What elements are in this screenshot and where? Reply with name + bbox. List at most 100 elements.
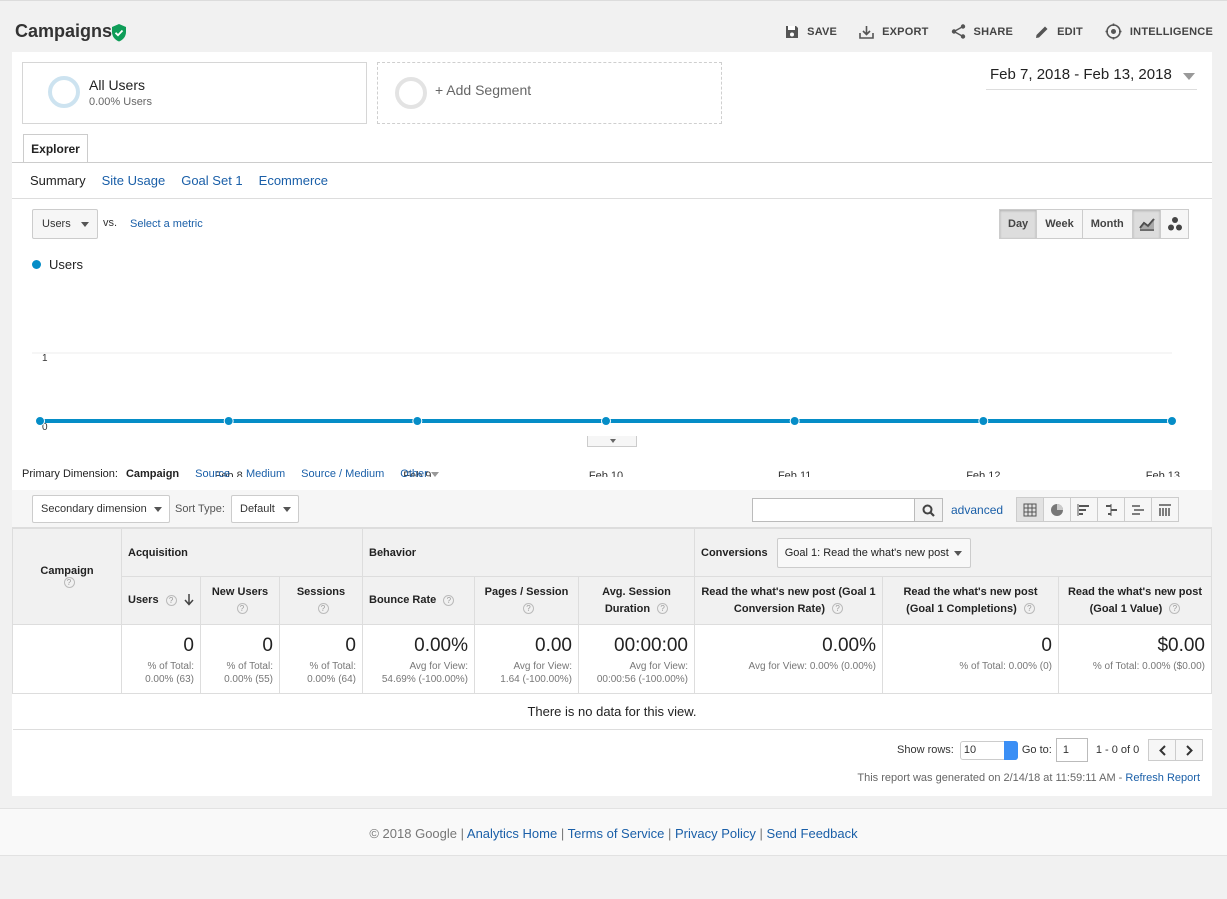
segment-all-users[interactable]: All Users 0.00% Users bbox=[22, 62, 367, 124]
pivot-icon bbox=[1159, 503, 1171, 516]
data-point bbox=[601, 416, 611, 426]
column-header-new-users[interactable]: New Users ? bbox=[200, 576, 280, 625]
dimension-medium[interactable]: Medium bbox=[246, 468, 285, 480]
column-header-goal-value[interactable]: Read the what's new post (Goal 1 Value) … bbox=[1058, 576, 1212, 625]
sort-descending-icon[interactable] bbox=[184, 593, 194, 606]
column-header-sessions[interactable]: Sessions ? bbox=[279, 576, 363, 625]
column-header-goal-completions[interactable]: Read the what's new post (Goal 1 Complet… bbox=[882, 576, 1059, 625]
column-header-label: New Users bbox=[211, 585, 269, 598]
bar-list-icon bbox=[1077, 503, 1089, 516]
column-header-avg-session-duration[interactable]: Avg. Session Duration ? bbox=[578, 576, 695, 625]
help-icon[interactable]: ? bbox=[165, 594, 177, 606]
secondary-dimension-label: Secondary dimension bbox=[41, 503, 147, 515]
help-icon[interactable]: ? bbox=[832, 603, 844, 615]
total-value: 00:00:00 bbox=[614, 635, 688, 656]
help-icon[interactable]: ? bbox=[1169, 603, 1181, 615]
subtab-ecommerce[interactable]: Ecommerce bbox=[259, 173, 328, 188]
caret-down-icon bbox=[81, 222, 89, 227]
dimension-other[interactable]: Other bbox=[400, 468, 439, 480]
campaign-header-label: Campaign bbox=[40, 564, 94, 577]
dimension-campaign[interactable]: Campaign bbox=[126, 468, 179, 480]
total-value: 0.00% bbox=[414, 635, 468, 656]
column-header-pages-per-session[interactable]: Pages / Session ? bbox=[474, 576, 579, 625]
subtab-site-usage[interactable]: Site Usage bbox=[102, 173, 166, 188]
behavior-group-header: Behavior bbox=[362, 528, 695, 577]
performance-view-button[interactable] bbox=[1070, 497, 1098, 522]
period-month-button[interactable]: Month bbox=[1081, 209, 1133, 239]
goto-page-input[interactable]: 1 bbox=[1055, 738, 1088, 762]
sort-type-select[interactable]: Default bbox=[231, 495, 299, 523]
goal-select[interactable]: Goal 1: Read the what's new post bbox=[776, 537, 971, 568]
total-sub: 54.69% (-100.00%) bbox=[381, 674, 468, 685]
secondary-dimension-select[interactable]: Secondary dimension bbox=[32, 495, 170, 523]
edit-button[interactable]: EDIT bbox=[1035, 23, 1083, 40]
intelligence-button[interactable]: INTELLIGENCE bbox=[1105, 23, 1213, 40]
search-button[interactable] bbox=[914, 498, 943, 522]
campaign-column-header[interactable]: Campaign ? bbox=[12, 528, 122, 625]
help-icon[interactable]: ? bbox=[1023, 603, 1035, 615]
metric-selector[interactable]: Users bbox=[32, 209, 98, 239]
export-button[interactable]: EXPORT bbox=[859, 23, 928, 40]
segment-name: All Users bbox=[89, 77, 146, 93]
caret-down-icon bbox=[430, 472, 439, 477]
footer-link-analytics-home[interactable]: Analytics Home bbox=[467, 826, 557, 841]
chevron-right-icon bbox=[1186, 744, 1193, 756]
legend-label: Users bbox=[49, 257, 83, 272]
period-week-button[interactable]: Week bbox=[1036, 209, 1083, 239]
column-header-users[interactable]: Users ? bbox=[121, 576, 201, 625]
add-segment-button[interactable]: + Add Segment bbox=[377, 62, 722, 124]
show-rows-select[interactable]: 10 bbox=[959, 740, 1018, 760]
save-button[interactable]: SAVE bbox=[785, 23, 837, 40]
sort-type-value: Default bbox=[240, 503, 275, 515]
caret-down-icon bbox=[610, 439, 616, 443]
subtab-goal-set-1[interactable]: Goal Set 1 bbox=[181, 173, 242, 188]
subtab-summary[interactable]: Summary bbox=[30, 173, 86, 188]
comparison-view-button[interactable] bbox=[1097, 497, 1125, 522]
next-page-button[interactable] bbox=[1175, 739, 1204, 761]
footer-link-privacy[interactable]: Privacy Policy bbox=[675, 826, 756, 841]
data-point bbox=[35, 416, 45, 426]
legend-dot bbox=[32, 260, 41, 269]
comparison-icon bbox=[1106, 503, 1117, 516]
footer-link-feedback[interactable]: Send Feedback bbox=[767, 826, 858, 841]
help-icon[interactable]: ? bbox=[657, 603, 669, 615]
date-range-picker[interactable]: Feb 7, 2018 - Feb 13, 2018 bbox=[986, 66, 1197, 90]
segment-ring-icon bbox=[395, 77, 427, 109]
total-sub: 0.00% (64) bbox=[307, 674, 356, 685]
select-metric-link[interactable]: Select a metric bbox=[130, 218, 203, 230]
column-header-goal-conversion-rate[interactable]: Read the what's new post (Goal 1 Convers… bbox=[694, 576, 883, 625]
help-icon[interactable]: ? bbox=[317, 603, 329, 615]
acquisition-group-header: Acquisition bbox=[121, 528, 363, 577]
conversions-label: Conversions bbox=[701, 546, 768, 559]
bubble-chart-icon bbox=[1167, 217, 1182, 231]
chart-collapse-toggle[interactable] bbox=[587, 436, 637, 447]
report-generated-note: This report was generated on 2/14/18 at … bbox=[857, 772, 1200, 784]
help-icon[interactable]: ? bbox=[523, 603, 534, 615]
column-header-label: Read the what's new post (Goal 1 Convers… bbox=[701, 585, 876, 615]
dimension-source[interactable]: Source bbox=[195, 468, 230, 480]
caret-down-icon bbox=[154, 507, 162, 512]
column-header-label: Bounce Rate bbox=[369, 594, 437, 606]
share-button[interactable]: SHARE bbox=[951, 23, 1014, 40]
refresh-report-link[interactable]: Refresh Report bbox=[1125, 772, 1200, 784]
data-view-button[interactable] bbox=[1016, 497, 1044, 522]
previous-page-button[interactable] bbox=[1148, 739, 1177, 761]
line-chart-button[interactable] bbox=[1132, 209, 1161, 239]
period-day-button[interactable]: Day bbox=[999, 209, 1038, 239]
total-sub: Avg for View: bbox=[629, 661, 688, 672]
total-sub: Avg for View: bbox=[513, 661, 572, 672]
help-icon[interactable]: ? bbox=[63, 577, 75, 589]
dimension-source-medium[interactable]: Source / Medium bbox=[301, 468, 384, 480]
total-goal-completions: 0 % of Total: 0.00% (0) bbox=[882, 624, 1059, 694]
help-icon[interactable]: ? bbox=[236, 603, 248, 615]
column-header-bounce-rate[interactable]: Bounce Rate ? bbox=[362, 576, 475, 625]
pivot-view-button[interactable] bbox=[1151, 497, 1179, 522]
table-search-input[interactable] bbox=[752, 498, 915, 522]
footer-link-terms[interactable]: Terms of Service bbox=[568, 826, 665, 841]
term-cloud-view-button[interactable] bbox=[1124, 497, 1152, 522]
help-icon[interactable]: ? bbox=[443, 594, 455, 606]
advanced-filter-link[interactable]: advanced bbox=[951, 503, 1003, 517]
tab-explorer[interactable]: Explorer bbox=[23, 134, 88, 163]
motion-chart-button[interactable] bbox=[1160, 209, 1189, 239]
percentage-view-button[interactable] bbox=[1043, 497, 1071, 522]
